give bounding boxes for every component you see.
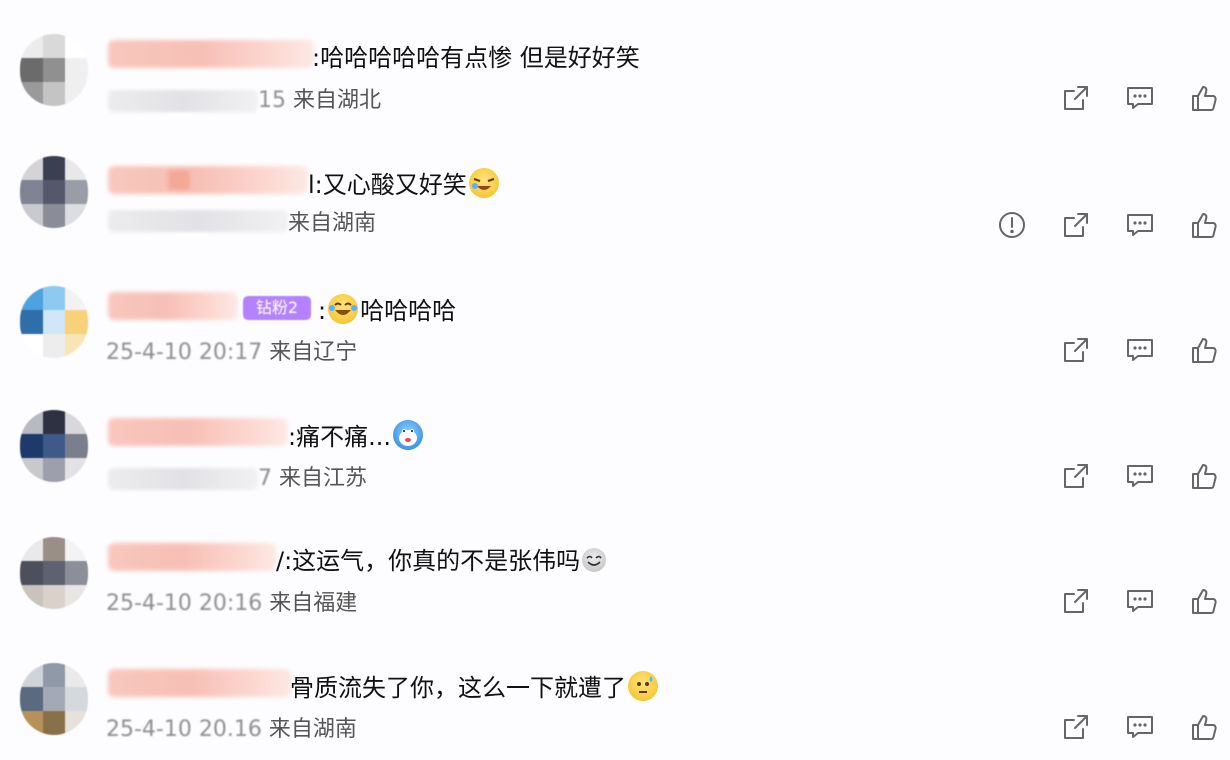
avatar[interactable] [20,663,88,735]
comment-text-body: l:又心酸又好笑 [308,171,467,199]
comment-text: 骨质流失了你，这么一下就遭了 [290,671,658,704]
comment-location: 来自福建 [269,591,358,616]
comment-location: 来自江苏 [279,466,368,491]
comment-item: :痛不痛... 7 来自江苏 [0,408,1230,498]
comment-meta: 15 来自湖北 [258,87,381,115]
username-redacted[interactable] [108,669,292,697]
comment-text: /:这运气，你真的不是张伟吗 [276,545,607,577]
share-icon[interactable] [1061,83,1091,113]
laugh-emoji [328,294,359,324]
comment-text-colon: : [318,297,327,325]
fan-badge[interactable]: 钻粉2 [243,296,311,320]
share-icon[interactable] [1061,586,1091,616]
comment-icon[interactable] [1125,712,1155,742]
comment-meta: 25-4-10 20:16 来自福建 [106,590,357,618]
comment-date: 25-4-10 20.16 [106,717,262,742]
comment-date: 25-4-10 20:17 [106,340,263,365]
like-icon[interactable] [1189,461,1219,491]
comment-text: :哈哈哈哈哈有点惨 但是好好笑 [312,44,640,72]
comment-icon[interactable] [1125,210,1155,240]
like-icon[interactable] [1189,712,1219,742]
comment-item: :哈哈哈哈哈有点惨 但是好好笑 15 来自湖北 [0,30,1230,120]
avatar[interactable] [20,286,88,358]
like-icon[interactable] [1189,210,1219,240]
comment-item: 骨质流失了你，这么一下就遭了 25-4-10 20.16 来自湖南 [0,659,1230,759]
username-redacted[interactable] [108,418,288,446]
comment-location: 来自辽宁 [269,340,358,365]
username-redacted[interactable] [108,40,314,68]
comment-meta: 25-4-10 20:17 来自辽宁 [106,339,357,367]
comment-text: l:又心酸又好笑 [308,168,499,201]
smile-emoji [582,548,607,572]
comment-item: l:又心酸又好笑 来自湖南 [0,156,1230,256]
comment-text: :痛不痛... [288,420,423,453]
comment-icon[interactable] [1125,335,1155,365]
like-icon[interactable] [1189,83,1219,113]
comment-date: 15 [258,88,286,113]
comment-icon[interactable] [1125,83,1155,113]
comment-meta: 25-4-10 20.16 来自湖南 [106,716,357,744]
comment-location: 来自湖南 [268,717,357,742]
comment-text-body: 骨质流失了你，这么一下就遭了 [290,674,626,702]
comment-location: 来自湖南 [288,211,377,236]
comment-date: 7 [258,466,272,491]
comment-icon[interactable] [1125,586,1155,616]
comment-meta: 来自湖南 [288,210,376,238]
avatar[interactable] [20,34,88,106]
date-redacted [108,210,288,232]
comment-meta: 7 来自江苏 [258,465,367,493]
comment-text-body: /:这运气，你真的不是张伟吗 [276,547,581,575]
username-redacted[interactable] [108,292,238,320]
share-icon[interactable] [1061,210,1091,240]
username-redacted[interactable] [108,543,276,571]
comment-text-body: 哈哈哈哈 [360,297,457,325]
share-icon[interactable] [1061,712,1091,742]
doge-emoji [392,420,423,450]
comment-icon[interactable] [1125,461,1155,491]
username-redacted[interactable] [108,166,308,194]
avatar[interactable] [20,537,88,609]
avatar[interactable] [20,156,88,228]
like-icon[interactable] [1189,586,1219,616]
comment-item: /:这运气，你真的不是张伟吗 25-4-10 20:16 来自福建 [0,533,1230,623]
avatar[interactable] [20,410,88,482]
comment-text: : 哈哈哈哈 [318,294,456,327]
date-redacted [108,468,258,490]
sweat-emoji [628,671,658,701]
share-icon[interactable] [1061,461,1091,491]
comment-text-body: :痛不痛... [288,423,391,451]
comment-location: 来自湖北 [293,88,382,113]
report-icon[interactable] [997,210,1027,240]
comment-item: 钻粉2 : 哈哈哈哈 25-4-10 20:17 来自辽宁 [0,282,1230,372]
cry-laugh-emoji [468,168,499,198]
share-icon[interactable] [1061,335,1091,365]
comment-date: 25-4-10 20:16 [106,591,263,616]
date-redacted [108,90,258,112]
like-icon[interactable] [1189,335,1219,365]
